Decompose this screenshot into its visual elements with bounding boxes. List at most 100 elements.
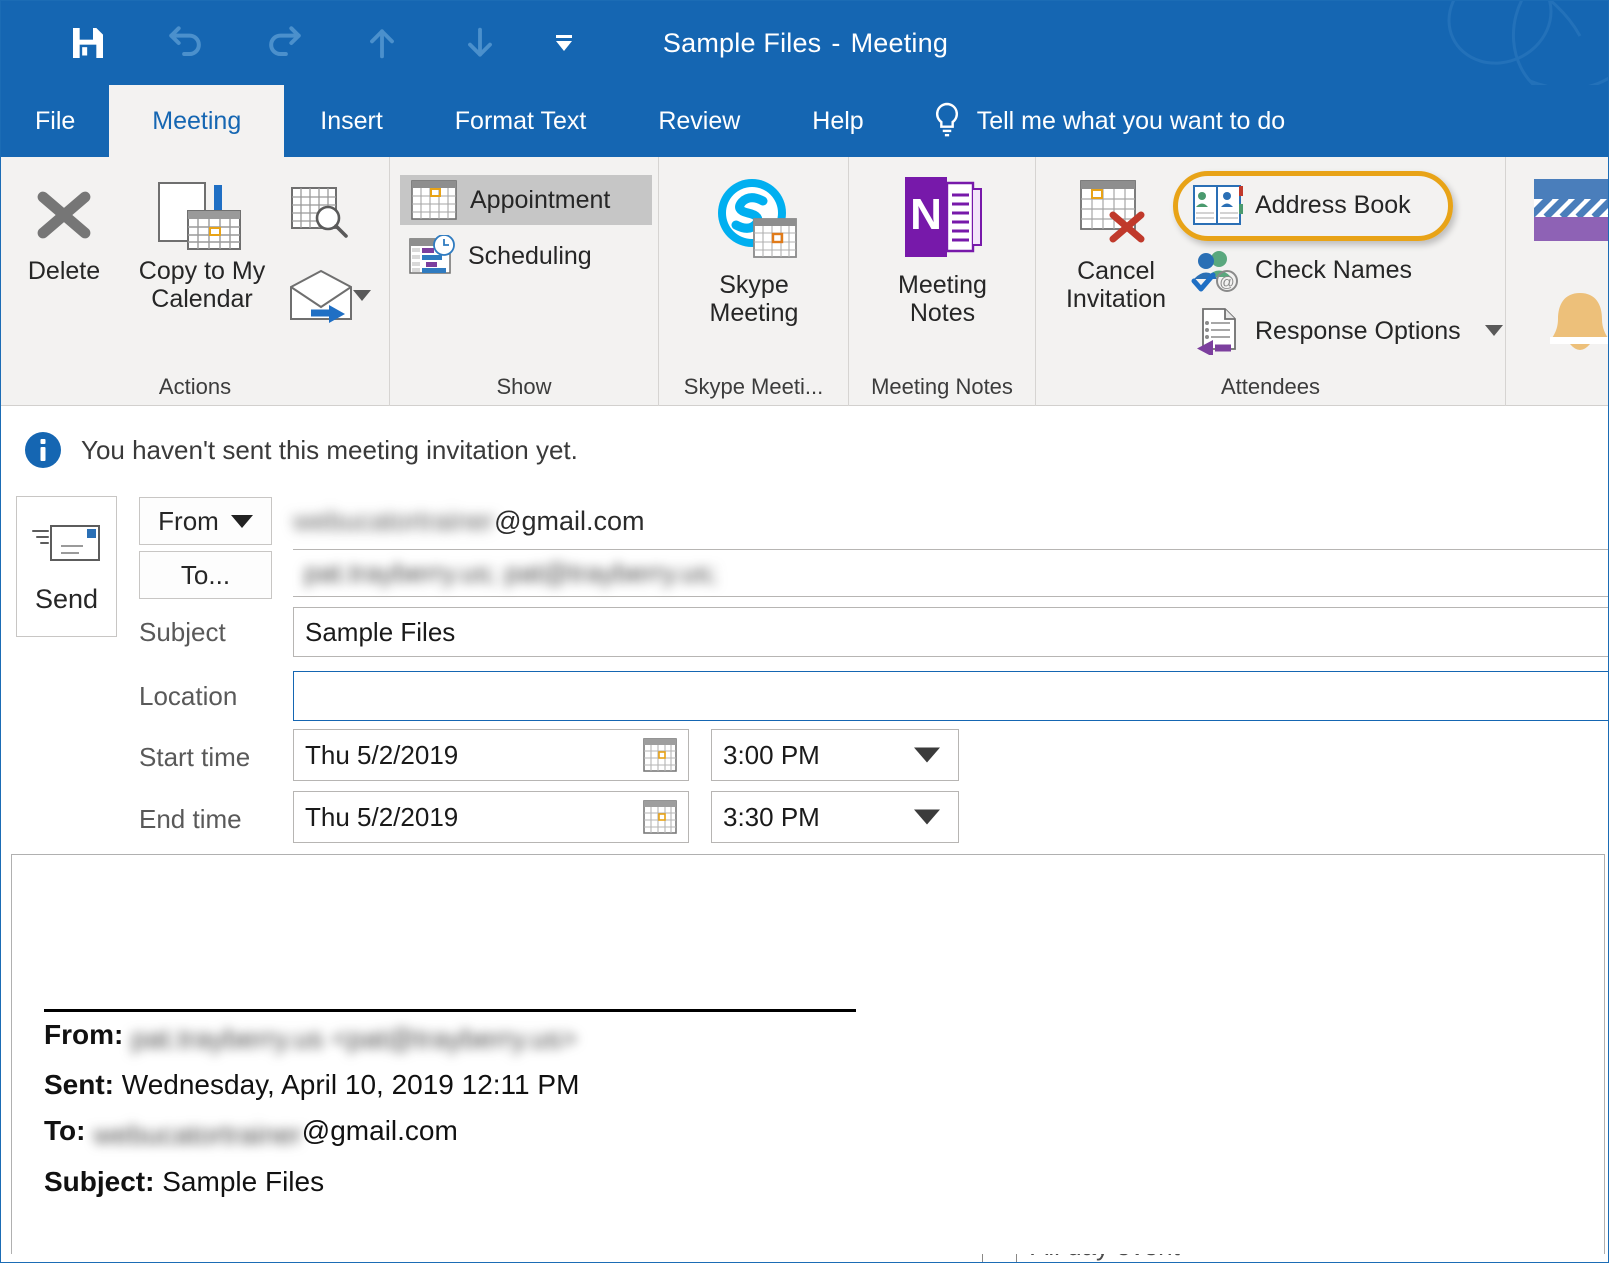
start-clock-input[interactable]: 3:00 PM bbox=[711, 729, 959, 781]
tell-me-search[interactable]: Tell me what you want to do bbox=[900, 85, 1286, 157]
response-options-button[interactable]: Response Options bbox=[1191, 307, 1461, 355]
check-names-button[interactable]: @ Check Names bbox=[1191, 247, 1412, 293]
tab-insert[interactable]: Insert bbox=[284, 85, 419, 157]
ribbon-group-attendees-label: Attendees bbox=[1220, 374, 1321, 399]
end-date-input[interactable]: Thu 5/2/2019 bbox=[293, 791, 689, 843]
start-date-input[interactable]: Thu 5/2/2019 bbox=[293, 729, 689, 781]
end-clock-input[interactable]: 3:30 PM bbox=[711, 791, 959, 843]
undo-button[interactable] bbox=[137, 13, 235, 73]
delete-button[interactable]: Delete bbox=[9, 179, 119, 285]
forward-button[interactable] bbox=[287, 269, 359, 325]
scheduling-button[interactable]: Scheduling bbox=[408, 235, 592, 277]
meeting-notes-button[interactable]: N Meeting Notes bbox=[859, 173, 1026, 327]
location-label: Location bbox=[139, 680, 238, 711]
bell-reminder-icon bbox=[1550, 293, 1608, 350]
body-from-label: From: bbox=[44, 1019, 124, 1050]
cancel-invitation-button[interactable]: Cancel Invitation bbox=[1046, 175, 1186, 313]
redo-button[interactable] bbox=[235, 13, 333, 73]
info-bar: You haven't sent this meeting invitation… bbox=[1, 407, 1608, 493]
ribbon-group-meeting-notes: N Meeting Notes Meeting Notes bbox=[849, 157, 1036, 406]
svg-text:N: N bbox=[910, 190, 942, 239]
end-date-value: Thu 5/2/2019 bbox=[305, 801, 459, 832]
subject-input[interactable]: Sample Files bbox=[293, 607, 1608, 657]
from-label: From bbox=[158, 505, 219, 536]
start-clock-dropdown-arrow[interactable] bbox=[914, 747, 940, 763]
ribbon-group-actions-label: Actions bbox=[158, 374, 232, 399]
message-body[interactable]: From: pat.trayberry.us <pat@trayberry.us… bbox=[11, 854, 1605, 1254]
start-date-value: Thu 5/2/2019 bbox=[305, 739, 459, 770]
body-from-value-redacted: pat.trayberry.us <pat@trayberry.us> bbox=[131, 1023, 578, 1054]
address-book-label: Address Book bbox=[1255, 190, 1411, 219]
ribbon-group-actions: Delete Copy to My Calendar Actions bbox=[1, 157, 390, 406]
appointment-calendar-icon bbox=[411, 180, 457, 220]
meeting-notes-label-line1: Meeting bbox=[898, 271, 987, 299]
next-item-button[interactable] bbox=[431, 13, 529, 73]
tab-format-text[interactable]: Format Text bbox=[419, 85, 623, 157]
calendar-search-icon bbox=[291, 187, 348, 238]
body-sent-line: Sent: Wednesday, April 10, 2019 12:11 PM bbox=[44, 1062, 1586, 1108]
previous-item-button[interactable] bbox=[333, 13, 431, 73]
show-as-busy-icon bbox=[1534, 179, 1608, 241]
title-bar: Sample Files - Meeting bbox=[1, 1, 1608, 85]
tab-meeting[interactable]: Meeting bbox=[109, 85, 285, 157]
from-button[interactable]: From bbox=[139, 497, 272, 545]
end-time-label: End time bbox=[139, 803, 242, 834]
response-options-dropdown-arrow[interactable] bbox=[1485, 325, 1503, 336]
calendar-preview-button[interactable] bbox=[289, 185, 351, 243]
to-label: To... bbox=[180, 559, 231, 590]
from-address-domain: @gmail.com bbox=[494, 505, 645, 536]
copy-to-my-calendar-label-line1: Copy to My bbox=[138, 257, 266, 285]
from-address-redacted: webucatortrainer bbox=[293, 505, 495, 536]
ribbon-group-show-label: Show bbox=[496, 374, 552, 399]
cancel-invitation-label-line1: Cancel bbox=[1077, 257, 1155, 285]
window-title-separator: - bbox=[831, 27, 841, 58]
skype-meeting-label-line2: Meeting bbox=[709, 299, 799, 327]
copy-to-my-calendar-button[interactable]: Copy to My Calendar bbox=[119, 179, 285, 313]
location-input[interactable] bbox=[293, 671, 1608, 721]
tab-file[interactable]: File bbox=[1, 85, 109, 157]
forward-dropdown-arrow[interactable] bbox=[353, 290, 371, 301]
calendar-picker-icon[interactable] bbox=[642, 737, 678, 773]
ribbon-group-attendees: Cancel Invitation Address Book @ Check N… bbox=[1036, 157, 1506, 406]
subject-label: Subject bbox=[139, 616, 226, 647]
body-from-line: From: pat.trayberry.us <pat@trayberry.us… bbox=[44, 1012, 1586, 1062]
tab-help[interactable]: Help bbox=[776, 85, 899, 157]
skype-meeting-button[interactable]: Skype Meeting bbox=[669, 173, 839, 327]
calendar-picker-icon[interactable] bbox=[642, 799, 678, 835]
send-label: Send bbox=[34, 584, 99, 614]
address-book-button[interactable]: Address Book bbox=[1191, 182, 1411, 228]
body-subject-label: Subject: bbox=[44, 1165, 155, 1197]
cancel-invitation-label-line2: Invitation bbox=[1065, 285, 1167, 313]
ribbon-group-skype-meeting-label: Skype Meeti... bbox=[683, 374, 824, 399]
delete-label: Delete bbox=[27, 257, 101, 285]
customize-quick-access-toolbar-button[interactable] bbox=[529, 13, 599, 73]
save-icon bbox=[73, 28, 103, 58]
decorative-swirl-graphic bbox=[1447, 1, 1608, 85]
appointment-button[interactable]: Appointment bbox=[400, 175, 652, 225]
send-button[interactable]: Send bbox=[16, 496, 117, 637]
previous-item-icon bbox=[370, 29, 394, 59]
skype-meeting-icon bbox=[718, 179, 797, 258]
to-button[interactable]: To... bbox=[139, 551, 272, 599]
to-input[interactable]: pat.trayberry.us; pat@trayberry.us; bbox=[293, 549, 1608, 597]
body-to-value-domain: @gmail.com bbox=[301, 1115, 458, 1147]
copy-to-calendar-icon bbox=[158, 182, 241, 250]
from-address-value: webucatortrainer @gmail.com bbox=[293, 499, 645, 543]
start-time-label: Start time bbox=[139, 741, 251, 772]
check-names-icon: @ bbox=[1191, 251, 1238, 292]
scheduling-icon bbox=[409, 235, 455, 274]
ribbon-tab-strip: File Meeting Insert Format Text Review H… bbox=[1, 85, 1608, 157]
check-names-label: Check Names bbox=[1255, 255, 1412, 284]
save-button[interactable] bbox=[39, 13, 137, 73]
busy-status-button[interactable] bbox=[1534, 179, 1608, 245]
ribbon-group-options-partial bbox=[1506, 157, 1608, 406]
cancel-invitation-icon bbox=[1080, 180, 1145, 243]
chevron-down-icon bbox=[556, 35, 572, 51]
ribbon: Delete Copy to My Calendar Actions Appoi… bbox=[1, 157, 1608, 406]
tell-me-label: Tell me what you want to do bbox=[976, 106, 1286, 135]
tab-review[interactable]: Review bbox=[622, 85, 776, 157]
reminder-button[interactable] bbox=[1542, 289, 1608, 361]
body-to-label: To: bbox=[44, 1115, 86, 1147]
info-icon bbox=[25, 432, 61, 468]
end-clock-dropdown-arrow[interactable] bbox=[914, 809, 940, 825]
